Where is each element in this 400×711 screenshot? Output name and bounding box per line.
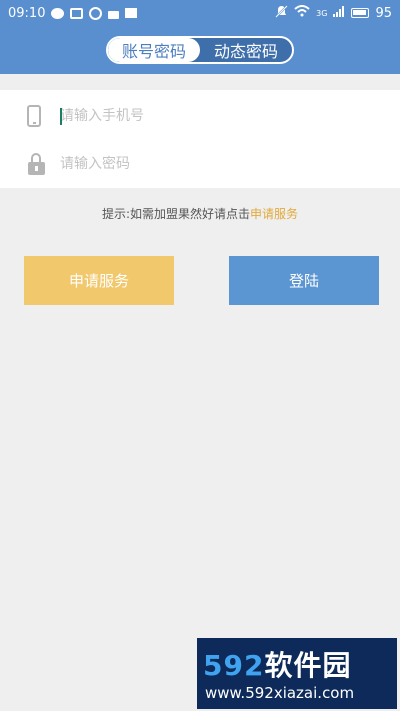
tv-icon bbox=[108, 10, 120, 19]
mute-icon bbox=[275, 4, 288, 22]
watermark-name: 软件园 bbox=[264, 649, 352, 682]
header: 账号密码 动态密码 bbox=[0, 26, 400, 74]
phone-row bbox=[0, 92, 400, 140]
unlock-icon bbox=[27, 153, 47, 177]
message-icon bbox=[51, 7, 65, 19]
login-mode-switch: 账号密码 动态密码 bbox=[106, 36, 294, 64]
check-circle-icon bbox=[89, 6, 103, 20]
mail-icon bbox=[125, 8, 138, 18]
status-left: 09:10 bbox=[8, 5, 138, 21]
watermark-logo: 592软件园 www.592xiazai.com bbox=[197, 638, 397, 709]
wifi-icon bbox=[294, 5, 310, 21]
password-input[interactable] bbox=[60, 148, 380, 180]
tip-message: 提示:如需加盟果然好请点击 bbox=[101, 207, 251, 221]
status-bar: 09:10 3G 95 bbox=[0, 0, 400, 26]
watermark-brand: 592软件园 bbox=[203, 644, 351, 684]
apply-service-button[interactable]: 申请服务 bbox=[24, 256, 174, 305]
status-time: 09:10 bbox=[8, 5, 46, 21]
tab-account-password[interactable]: 账号密码 bbox=[108, 38, 200, 62]
signal-label: 3G bbox=[316, 8, 328, 18]
login-button[interactable]: 登陆 bbox=[229, 256, 379, 305]
watermark-num: 592 bbox=[203, 649, 265, 682]
phone-input[interactable] bbox=[60, 100, 380, 132]
battery-level: 95 bbox=[375, 5, 392, 21]
password-row bbox=[0, 140, 400, 188]
login-form bbox=[0, 90, 400, 188]
text-cursor bbox=[60, 108, 62, 125]
apply-service-link[interactable]: 申请服务 bbox=[250, 207, 298, 221]
watermark-url: www.592xiazai.com bbox=[205, 684, 355, 702]
tip-text: 提示:如需加盟果然好请点击申请服务 bbox=[0, 205, 400, 222]
wallet-icon bbox=[70, 7, 84, 19]
signal-icon bbox=[333, 5, 345, 21]
phone-icon bbox=[27, 105, 41, 127]
status-right: 3G 95 bbox=[275, 4, 392, 22]
tab-dynamic-password[interactable]: 动态密码 bbox=[200, 38, 292, 62]
battery-icon bbox=[351, 8, 370, 18]
